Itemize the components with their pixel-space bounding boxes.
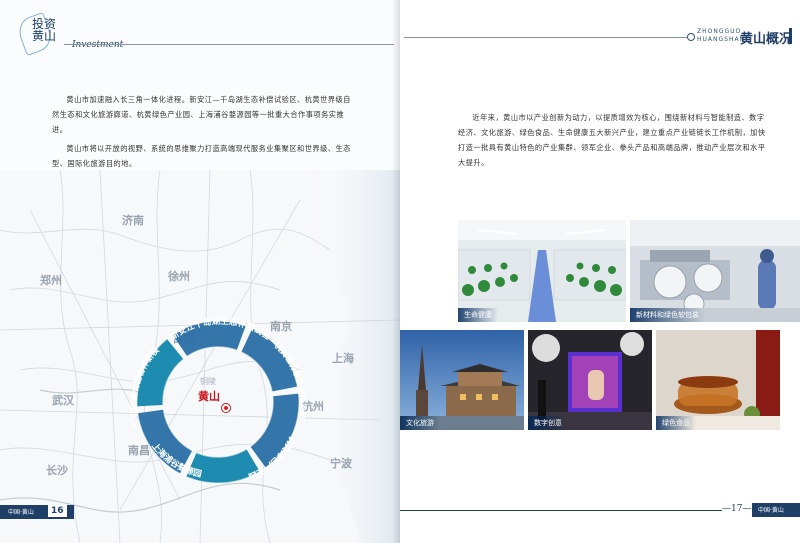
studio-photo-illustration xyxy=(528,330,652,430)
page-number-right: —17— xyxy=(722,504,752,514)
map-label-wuhan: 武汉 xyxy=(52,394,74,407)
map-label-changsha: 长沙 xyxy=(46,464,68,477)
header-accent-bar xyxy=(789,28,792,44)
footer-label-right: 中国·黄山 xyxy=(758,507,784,514)
map-label-jinan: 济南 xyxy=(122,214,144,227)
right-paragraph: 近年来，黄山市以产业创新为动力，以提质增效为核心，围绕新材料与智能制造、数字经济… xyxy=(458,113,766,167)
lab-photo-illustration xyxy=(458,220,626,322)
left-page: 投资黄山 Investment 黄山市加速融入长三角一体化进程。新安江—千岛湖生… xyxy=(0,0,400,543)
footer-rule-right xyxy=(400,510,722,511)
left-paragraph-2: 黄山市将以开放的视野、系统的思维聚力打造高端现代服务业集聚区和世界级、生态型、国… xyxy=(52,144,351,168)
location-marker-icon xyxy=(222,404,230,412)
tea-photo-illustration xyxy=(656,330,780,430)
footer-label-left: 中国·黄山 xyxy=(8,509,34,516)
magazine-spread: 投资黄山 Investment 黄山市加速融入长三角一体化进程。新安江—千岛湖生… xyxy=(0,0,800,543)
header-rule-right xyxy=(404,37,688,38)
section-title: 黄山概况 xyxy=(740,32,793,47)
photo-caption-digital-creative: 数字创意 xyxy=(528,416,568,430)
photo-cultural-tourism: 文化旅游 xyxy=(400,330,524,430)
investment-logo: 投资黄山 Investment xyxy=(14,11,126,58)
photo-caption-cultural-tourism: 文化旅游 xyxy=(400,416,440,430)
temple-photo-illustration xyxy=(400,330,524,430)
photo-caption-green-food: 绿色食品 xyxy=(656,416,696,430)
photo-caption-life-health: 生命健康 xyxy=(458,308,498,322)
map-label-ningbo: 宁波 xyxy=(330,457,352,470)
photo-new-materials: 新材料和绿色软包装 xyxy=(630,220,800,322)
map-label-shanghai: 上海 xyxy=(332,352,354,365)
map-label-zhengzhou: 郑州 xyxy=(40,274,62,287)
logo-english-text: Investment xyxy=(72,40,124,50)
factory-photo-illustration xyxy=(630,220,800,322)
photo-life-health: 生命健康 xyxy=(458,220,626,322)
photo-green-food: 绿色食品 xyxy=(656,330,780,430)
photo-caption-new-materials: 新材料和绿色软包装 xyxy=(630,308,705,322)
map-label-xuzhou: 徐州 xyxy=(168,270,190,283)
left-paragraph-1: 黄山市加速融入长三角一体化进程。新安江—千岛湖生态补偿试验区、杭黄世界级自然生态… xyxy=(52,95,351,134)
header-rule-left xyxy=(64,44,394,45)
header-circle-icon xyxy=(687,33,695,41)
right-page: ZHONGGUO HUANGSHAN 黄山概况 近年来，黄山市以产业创新为动力，… xyxy=(400,0,800,543)
header-english: ZHONGGUO HUANGSHAN xyxy=(697,28,746,43)
page-number-left: 16 xyxy=(48,505,67,517)
photo-digital-creative: 数字创意 xyxy=(528,330,652,430)
logo-chinese-text: 投资黄山 xyxy=(32,17,57,43)
huangshan-center-label: 黄山 xyxy=(198,390,220,403)
